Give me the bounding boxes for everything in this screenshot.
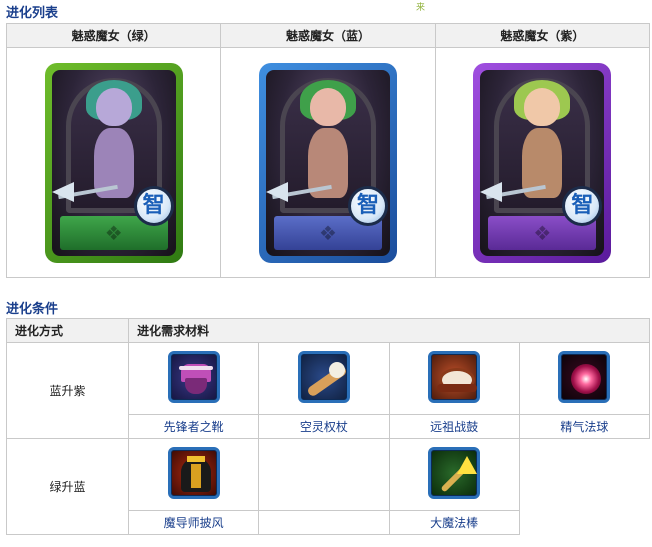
material-link[interactable]: 大魔法棒 bbox=[388, 510, 520, 535]
evolution-conditions-heading: 进化条件 bbox=[6, 302, 59, 317]
boots-icon[interactable] bbox=[167, 351, 220, 403]
material-link[interactable]: 魔导师披风 bbox=[128, 510, 260, 535]
material-icon-cell bbox=[128, 438, 260, 511]
material-icon-cell bbox=[258, 342, 390, 415]
materials-header: 进化需求材料 bbox=[128, 318, 650, 343]
intelligence-badge-icon: 智 bbox=[133, 185, 174, 226]
intelligence-badge-icon: 智 bbox=[347, 185, 388, 226]
form-cell-purple: ❖ 智 bbox=[434, 47, 651, 278]
form-cell-green: ❖ 智 bbox=[5, 47, 222, 278]
stray-mark: 来 bbox=[416, 3, 426, 13]
hero-portrait: ❖ 智 bbox=[51, 69, 176, 256]
orb-icon[interactable] bbox=[558, 351, 611, 403]
form-name-purple: 魅惑魔女（紫） bbox=[434, 23, 651, 48]
wing-emblem-icon: ❖ bbox=[104, 220, 123, 245]
method-header: 进化方式 bbox=[5, 318, 130, 343]
material-icon-cell bbox=[388, 438, 520, 511]
empty-cell bbox=[519, 438, 650, 535]
empty-cell bbox=[258, 510, 390, 535]
wand-icon[interactable] bbox=[428, 447, 481, 499]
evolution-list-heading: 进化列表 bbox=[6, 6, 59, 21]
material-link[interactable]: 先锋者之靴 bbox=[128, 414, 260, 439]
material-icon-cell bbox=[128, 342, 260, 415]
cloak-icon[interactable] bbox=[167, 447, 220, 499]
material-icon-cell bbox=[388, 342, 520, 415]
evolution-conditions-table: 进化方式 进化需求材料 蓝升紫 先锋者之靴 空灵权杖 远祖战鼓 精气法球 绿升蓝 bbox=[5, 318, 651, 535]
form-name-blue: 魅惑魔女（蓝） bbox=[220, 23, 436, 48]
wing-emblem-icon: ❖ bbox=[533, 220, 552, 245]
hero-portrait: ❖ 智 bbox=[265, 69, 390, 256]
empty-cell bbox=[258, 438, 390, 511]
material-link[interactable]: 精气法球 bbox=[518, 414, 651, 439]
evolution-list-table: 魅惑魔女（绿） 魅惑魔女（蓝） 魅惑魔女（紫） ❖ 智 ❖ 智 ❖ 智 bbox=[5, 23, 651, 278]
hero-card-green[interactable]: ❖ 智 bbox=[44, 62, 183, 263]
form-name-green: 魅惑魔女（绿） bbox=[5, 23, 222, 48]
method-blue-to-purple: 蓝升紫 bbox=[5, 342, 130, 439]
hero-portrait: ❖ 智 bbox=[480, 69, 605, 256]
wing-emblem-icon: ❖ bbox=[319, 220, 337, 245]
drum-icon[interactable] bbox=[428, 351, 481, 403]
material-link[interactable]: 远祖战鼓 bbox=[388, 414, 520, 439]
hero-card-blue[interactable]: ❖ 智 bbox=[258, 62, 397, 263]
form-cell-blue: ❖ 智 bbox=[220, 47, 436, 278]
hero-card-purple[interactable]: ❖ 智 bbox=[473, 62, 612, 263]
intelligence-badge-icon: 智 bbox=[562, 185, 603, 226]
material-link[interactable]: 空灵权杖 bbox=[258, 414, 390, 439]
method-green-to-blue: 绿升蓝 bbox=[5, 438, 130, 535]
material-icon-cell bbox=[518, 342, 651, 415]
staff-icon[interactable] bbox=[297, 351, 350, 403]
